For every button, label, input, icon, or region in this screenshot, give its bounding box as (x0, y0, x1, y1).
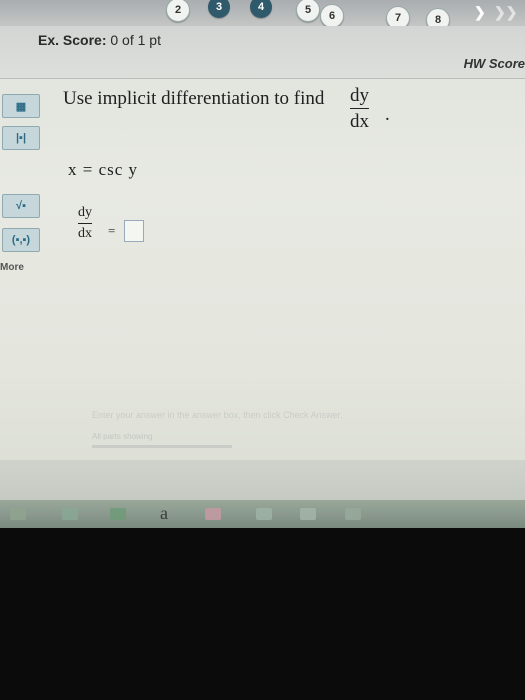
question-3-button[interactable]: 3 (208, 0, 230, 18)
given-equation: x = csc y (68, 160, 139, 179)
absolute-value-tool-button[interactable]: |▪| (2, 126, 40, 150)
hw-score-label[interactable]: HW Score (464, 56, 525, 71)
ex-score: Ex. Score: 0 of 1 pt (38, 32, 161, 48)
more-button[interactable]: More (0, 262, 24, 273)
prompt-period: . (385, 104, 390, 125)
taskbar-app-icon[interactable] (62, 508, 78, 520)
taskbar-app-icon[interactable] (300, 508, 316, 520)
ex-score-label: Ex. Score: (38, 32, 107, 48)
math-toolbar: ▦ |▪| √▪ (▪,▪) (0, 80, 40, 280)
taskbar-app-icon[interactable] (205, 508, 221, 520)
answer-fraction-bar (78, 223, 92, 224)
answer-dx: dx (78, 226, 92, 241)
ex-score-value: 0 of 1 pt (110, 32, 161, 48)
ordered-pair-tool-button[interactable]: (▪,▪) (2, 228, 40, 252)
sqrt-tool-button[interactable]: √▪ (2, 194, 40, 218)
taskbar-app-icon[interactable] (110, 508, 126, 520)
ordered-pair-icon: (▪,▪) (11, 234, 31, 246)
question-nav-bar: 2 3 4 5 6 7 8 ❯ ❯❯ (0, 0, 525, 32)
sqrt-icon: √▪ (16, 200, 26, 212)
taskbar: a (0, 500, 525, 528)
equals-sign: = (108, 223, 116, 238)
absolute-value-icon: |▪| (15, 132, 27, 144)
question-6-button[interactable]: 6 (320, 4, 344, 28)
screen: 2 3 4 5 6 7 8 ❯ ❯❯ Ex. Score: 0 of 1 pt … (0, 0, 525, 528)
answer-dy: dy (78, 205, 92, 220)
bottom-bar (0, 460, 525, 500)
question-4-button[interactable]: 4 (250, 0, 272, 18)
dx-denominator: dx (350, 111, 369, 132)
parts-progress-line (92, 445, 232, 448)
taskbar-letter-a-icon[interactable]: a (160, 503, 168, 524)
answer-hint: Enter your answer in the answer box, the… (92, 410, 343, 420)
question-2-button[interactable]: 2 (166, 0, 190, 22)
taskbar-app-icon[interactable] (345, 508, 361, 520)
taskbar-app-icon[interactable] (10, 508, 26, 520)
double-chevron-right-icon[interactable]: ❯❯ (494, 4, 517, 21)
question-prompt: Use implicit differentiation to find (63, 88, 325, 109)
answer-lhs-fraction: dy dx (78, 206, 92, 241)
fraction-icon: ▦ (15, 100, 27, 113)
score-row: Ex. Score: 0 of 1 pt HW Score (0, 26, 525, 79)
answer-input[interactable] (124, 220, 144, 242)
fraction-bar (350, 108, 369, 109)
parts-showing-label: All parts showing (92, 432, 153, 441)
fraction-tool-button[interactable]: ▦ (2, 94, 40, 118)
taskbar-app-icon[interactable] (256, 508, 272, 520)
chevron-right-icon[interactable]: ❯ (474, 4, 486, 21)
dy-dx-fraction: dy dx (350, 86, 369, 131)
dy-numerator: dy (350, 85, 369, 106)
question-5-button[interactable]: 5 (296, 0, 320, 22)
